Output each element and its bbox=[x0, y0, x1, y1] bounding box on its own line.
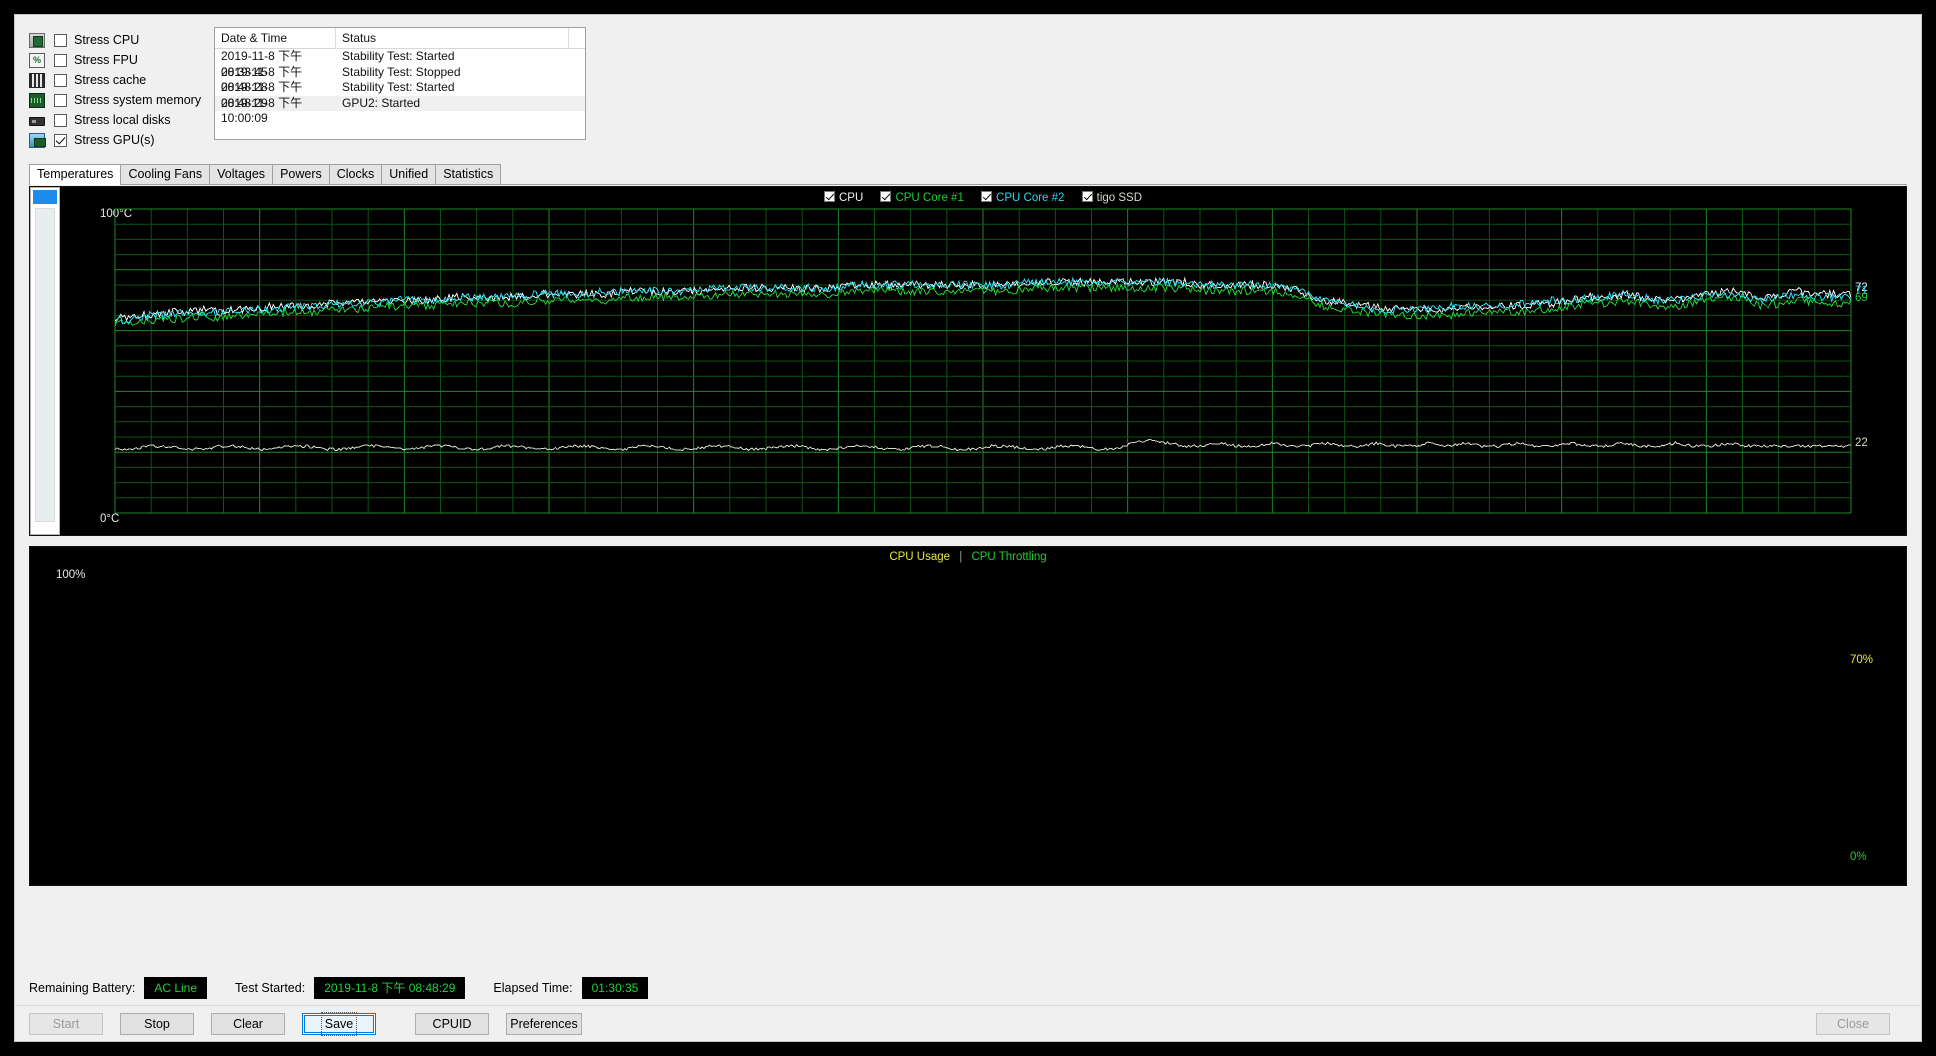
log-datetime: 2019-11-8 下午 08:33:45 bbox=[221, 49, 303, 79]
sensor-list-track[interactable] bbox=[35, 208, 55, 522]
legend-separator: | bbox=[959, 551, 963, 563]
start-button-label: Start bbox=[52, 1016, 80, 1031]
chart-tabs: Temperatures Cooling Fans Voltages Power… bbox=[29, 164, 1907, 185]
cpu-usage-chart-panel: CPU Usage | CPU Throttling 100% 0% 70% 0… bbox=[29, 546, 1907, 886]
close-button-label: Close bbox=[1837, 1016, 1869, 1031]
event-log-header: Date & Time Status bbox=[215, 28, 585, 49]
table-row[interactable]: 2019-11-8 下午 10:00:09 GPU2: Started bbox=[215, 95, 585, 126]
disk-drive-icon bbox=[29, 117, 45, 126]
stress-gpu-label: Stress GPU(s) bbox=[74, 133, 155, 147]
close-button[interactable]: Close bbox=[1816, 1012, 1890, 1035]
temperature-svg bbox=[114, 208, 1852, 514]
temp-value-tigo-ssd: 22 bbox=[1855, 436, 1868, 449]
log-datetime: 2019-11-8 下午 10:00:09 bbox=[221, 95, 303, 126]
stress-gpu-checkbox[interactable] bbox=[54, 133, 67, 147]
save-button[interactable]: Save bbox=[302, 1011, 376, 1036]
stress-cache-checkbox[interactable] bbox=[54, 73, 67, 87]
column-header-datetime: Date & Time bbox=[215, 28, 336, 48]
memory-module-icon bbox=[29, 92, 45, 108]
tab-statistics[interactable]: Statistics bbox=[435, 164, 502, 184]
test-started-label: Test Started: bbox=[235, 981, 306, 995]
test-started-value: 2019-11-8 下午 08:48:29 bbox=[314, 977, 466, 999]
stress-fpu-checkbox[interactable] bbox=[54, 53, 67, 67]
stress-options-list: Stress CPU % Stress FPU Stress cache Str… bbox=[29, 27, 204, 160]
usage-legend: CPU Usage | CPU Throttling bbox=[30, 551, 1906, 563]
start-button[interactable]: Start bbox=[29, 1012, 103, 1035]
sensor-selected-item[interactable] bbox=[33, 190, 57, 204]
log-status: GPU2: Started bbox=[342, 95, 421, 110]
stress-option-fpu[interactable]: % Stress FPU bbox=[29, 50, 204, 70]
stability-test-window: Stress CPU % Stress FPU Stress cache Str… bbox=[14, 14, 1922, 1042]
stress-cpu-checkbox[interactable] bbox=[54, 33, 67, 47]
stress-option-cache[interactable]: Stress cache bbox=[29, 70, 204, 90]
top-controls-area: Stress CPU % Stress FPU Stress cache Str… bbox=[15, 15, 1921, 160]
log-status: Stability Test: Started bbox=[342, 49, 455, 63]
elapsed-time-value: 01:30:35 bbox=[581, 977, 649, 999]
stress-cache-label: Stress cache bbox=[74, 73, 147, 87]
tab-powers[interactable]: Powers bbox=[272, 164, 330, 184]
tab-unified[interactable]: Unified bbox=[381, 164, 437, 184]
stop-button-label: Stop bbox=[144, 1016, 170, 1031]
stress-fpu-label: Stress FPU bbox=[74, 53, 138, 67]
stop-button[interactable]: Stop bbox=[120, 1012, 194, 1035]
tab-voltages[interactable]: Voltages bbox=[209, 164, 274, 184]
table-row[interactable]: 2019-11-8 下午 08:33:45 Stability Test: St… bbox=[215, 49, 585, 79]
stress-memory-label: Stress system memory bbox=[74, 93, 202, 107]
stress-disks-checkbox[interactable] bbox=[54, 113, 67, 127]
sensor-selection-list[interactable] bbox=[30, 187, 60, 535]
cache-icon bbox=[29, 72, 45, 88]
remaining-battery-label: Remaining Battery: bbox=[29, 981, 136, 995]
event-log-table[interactable]: Date & Time Status 2019-11-8 下午 08:33:45… bbox=[214, 27, 586, 140]
gpu-card-icon bbox=[29, 132, 46, 148]
throttling-value-label: 0% bbox=[1850, 851, 1867, 863]
log-datetime: 2019-11-8 下午 08:48:29 bbox=[221, 80, 303, 110]
clear-button[interactable]: Clear bbox=[211, 1012, 285, 1035]
usage-y-axis-top-label: 100% bbox=[56, 569, 86, 581]
stress-option-local-disks[interactable]: Stress local disks bbox=[29, 110, 204, 130]
stress-option-system-memory[interactable]: Stress system memory bbox=[29, 90, 204, 110]
usage-value-label: 70% bbox=[1850, 654, 1874, 667]
stress-option-gpu[interactable]: Stress GPU(s) bbox=[29, 130, 204, 150]
preferences-button[interactable]: Preferences bbox=[506, 1012, 582, 1035]
status-bar: Remaining Battery: AC Line Test Started:… bbox=[15, 971, 1921, 1005]
table-row[interactable]: 2019-11-8 下午 08:48:28 Stability Test: St… bbox=[215, 64, 585, 95]
table-row[interactable]: 2019-11-8 下午 08:48:29 Stability Test: St… bbox=[215, 80, 585, 110]
stress-memory-checkbox[interactable] bbox=[54, 93, 67, 107]
clear-button-label: Clear bbox=[233, 1016, 263, 1031]
temp-value-cpu-core-1: 69 bbox=[1855, 292, 1868, 305]
stress-cpu-label: Stress CPU bbox=[74, 33, 140, 47]
stress-disks-label: Stress local disks bbox=[74, 113, 171, 127]
stress-option-cpu[interactable]: Stress CPU bbox=[29, 30, 204, 50]
legend-label-cpu-throttling: CPU Throttling bbox=[971, 551, 1047, 563]
temperature-chart-panel: CPU CPU Core #1 CPU Core #2 tigo SSD 100… bbox=[29, 186, 1907, 536]
column-header-status: Status bbox=[336, 28, 569, 48]
cpuid-button-label: CPUID bbox=[432, 1016, 472, 1031]
preferences-button-label: Preferences bbox=[510, 1016, 578, 1031]
fpu-percent-icon: % bbox=[29, 52, 45, 68]
charts-container: CPU CPU Core #1 CPU Core #2 tigo SSD 100… bbox=[15, 185, 1921, 963]
cpu-chip-icon bbox=[29, 32, 45, 48]
tab-clocks[interactable]: Clocks bbox=[328, 164, 383, 184]
tab-cooling-fans[interactable]: Cooling Fans bbox=[120, 164, 211, 184]
event-log-body: 2019-11-8 下午 08:33:45 Stability Test: St… bbox=[215, 49, 585, 139]
remaining-battery-value: AC Line bbox=[144, 977, 208, 999]
cpuid-button[interactable]: CPUID bbox=[415, 1012, 489, 1035]
legend-label-cpu-usage: CPU Usage bbox=[889, 551, 951, 563]
button-bar: Start Stop Clear Save CPUID Preferences … bbox=[15, 1005, 1921, 1041]
log-status: Stability Test: Started bbox=[342, 80, 455, 95]
tab-temperatures[interactable]: Temperatures bbox=[29, 164, 122, 185]
elapsed-time-label: Elapsed Time: bbox=[493, 981, 573, 995]
temperature-plot: CPU CPU Core #1 CPU Core #2 tigo SSD 100… bbox=[60, 187, 1906, 535]
column-header-pad bbox=[569, 28, 585, 48]
log-datetime: 2019-11-8 下午 08:48:28 bbox=[221, 64, 303, 95]
log-status: Stability Test: Stopped bbox=[342, 64, 461, 79]
save-button-label: Save bbox=[320, 1011, 358, 1036]
